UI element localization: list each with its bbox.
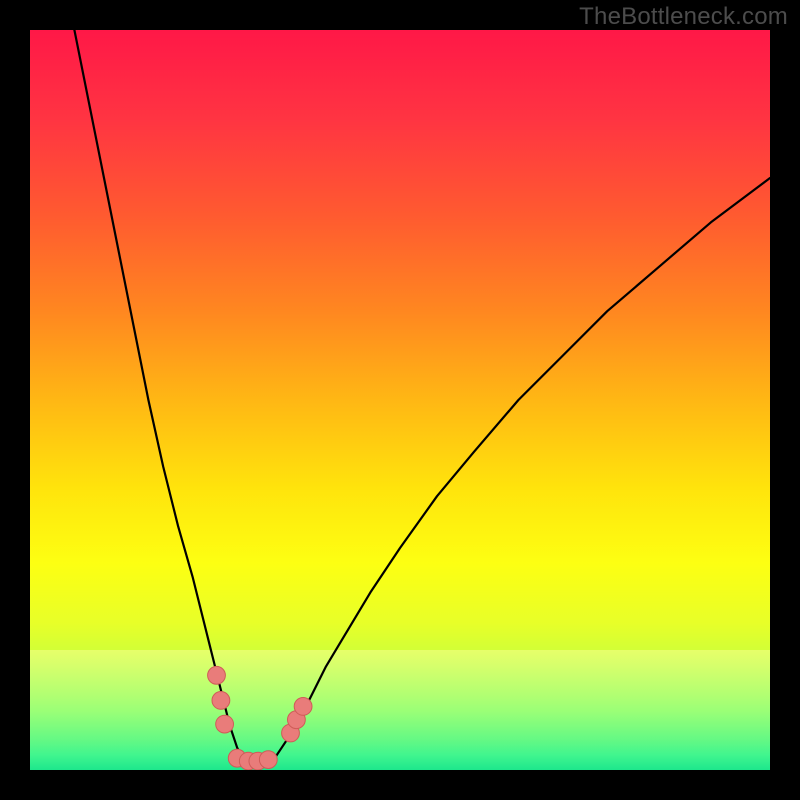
curve-marker: [259, 751, 277, 769]
curve-markers: [30, 30, 770, 770]
curve-marker: [294, 698, 312, 716]
plot-area: [30, 30, 770, 770]
curve-marker: [216, 715, 234, 733]
watermark-text: TheBottleneck.com: [579, 3, 788, 31]
curve-marker: [212, 692, 230, 710]
curve-marker: [208, 666, 226, 684]
chart-frame: TheBottleneck.com: [0, 0, 800, 800]
